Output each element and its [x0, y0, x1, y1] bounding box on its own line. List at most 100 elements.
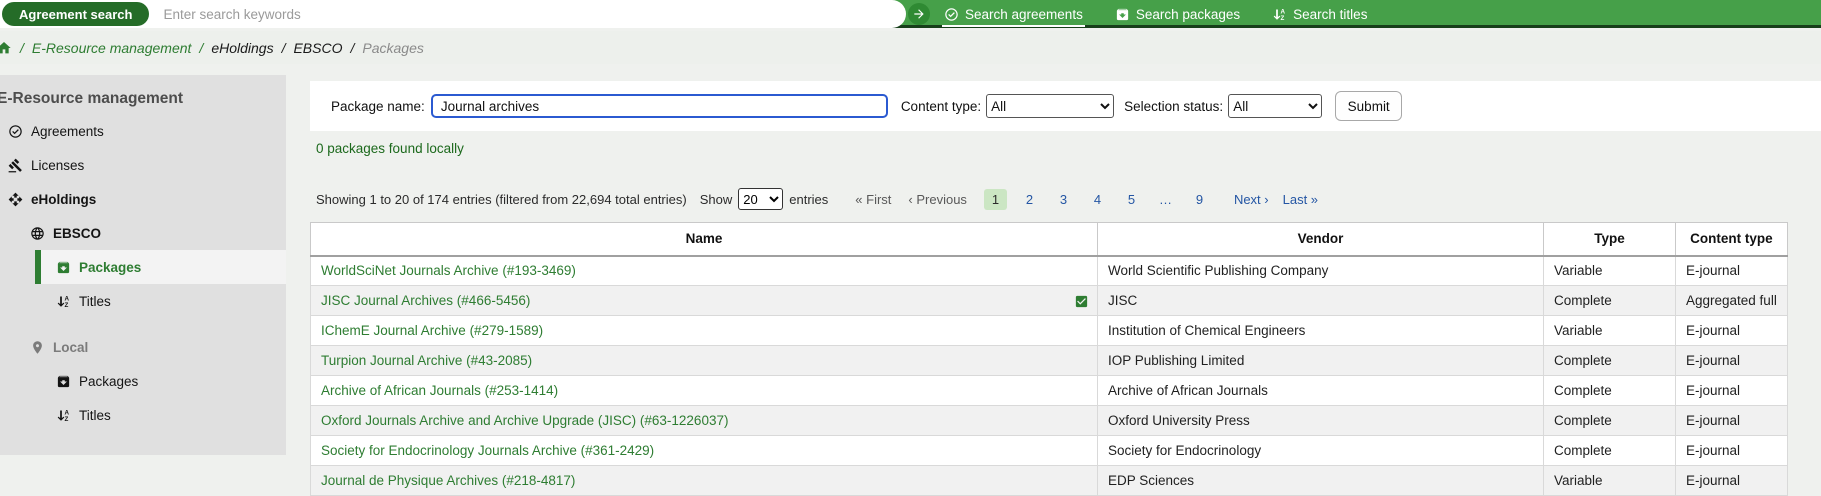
- vendor-cell: Society for Endocrinology: [1098, 436, 1544, 466]
- sidebar-item-icon: [30, 226, 45, 241]
- package-name-link[interactable]: WorldSciNet Journals Archive (#193-3469): [321, 263, 576, 278]
- sidebar-item[interactable]: Packages: [0, 364, 286, 398]
- pagination-page[interactable]: …: [1154, 189, 1177, 210]
- checkbox-checked-icon: [1074, 324, 1089, 339]
- breadcrumb-separator: /: [282, 40, 286, 56]
- name-cell: IChemE Journal Archive (#279-1589): [311, 316, 1098, 346]
- search-go-button[interactable]: [908, 3, 930, 25]
- package-name-link[interactable]: Archive of African Journals (#253-1414): [321, 383, 558, 398]
- sidebar-item[interactable]: EBSCO: [0, 216, 286, 250]
- package-name-link[interactable]: Society for Endocrinology Journals Archi…: [321, 443, 654, 458]
- pagination-first[interactable]: « First: [855, 192, 891, 207]
- sidebar-title: E-Resource management: [0, 90, 286, 108]
- sidebar-item[interactable]: Packages: [35, 250, 286, 284]
- package-row: Journal de Physique Archives (#218-4817)…: [311, 466, 1788, 496]
- home-icon[interactable]: [0, 40, 12, 56]
- type-cell: Variable: [1544, 316, 1676, 346]
- pagination-page[interactable]: 2: [1018, 189, 1041, 210]
- pagination-page[interactable]: 3: [1052, 189, 1075, 210]
- sidebar-item[interactable]: AZ Titles: [0, 398, 286, 432]
- sidebar-item[interactable]: Agreements: [0, 114, 286, 148]
- pagination-page[interactable]: 9: [1188, 189, 1211, 210]
- name-cell: Society for Endocrinology Journals Archi…: [311, 436, 1098, 466]
- search-mode-icon: [1115, 7, 1130, 22]
- content-type-cell: E-journal: [1676, 406, 1788, 436]
- vendor-cell: Oxford University Press: [1098, 406, 1544, 436]
- sidebar-item[interactable]: Licenses: [0, 148, 286, 182]
- search-mode-link[interactable]: Search agreements: [944, 0, 1083, 28]
- pagination-next[interactable]: Next ›: [1234, 192, 1269, 207]
- sidebar-item[interactable]: eHoldings: [0, 182, 286, 216]
- sidebar-item-icon: [8, 124, 23, 139]
- sidebar-item-label: Licenses: [31, 158, 84, 173]
- checkbox-checked-icon: [1074, 294, 1089, 309]
- checkbox-checked-icon: [1074, 414, 1089, 429]
- breadcrumb-item[interactable]: Packages: [362, 40, 423, 56]
- breadcrumb-items: / E-Resource management / eHoldings / EB…: [12, 40, 424, 56]
- type-cell: Complete: [1544, 406, 1676, 436]
- svg-text:A: A: [1281, 8, 1286, 15]
- page-size-select[interactable]: 20: [738, 188, 783, 210]
- sidebar-item[interactable]: Local: [0, 330, 286, 364]
- submit-button[interactable]: Submit: [1335, 91, 1402, 121]
- packages-table: Name Vendor Type Content type WorldSciNe…: [310, 222, 1788, 496]
- breadcrumb-item[interactable]: eHoldings: [211, 40, 273, 56]
- sidebar-item-label: Titles: [79, 294, 111, 309]
- name-cell: Turpion Journal Archive (#43-2085): [311, 346, 1098, 376]
- search-scope-button[interactable]: Agreement search: [2, 2, 149, 26]
- package-name-link[interactable]: Journal de Physique Archives (#218-4817): [321, 473, 575, 488]
- name-cell: WorldSciNet Journals Archive (#193-3469): [311, 256, 1098, 286]
- content-type-cell: E-journal: [1676, 376, 1788, 406]
- sidebar-item-label: EBSCO: [53, 226, 101, 241]
- content-type-cell: E-journal: [1676, 466, 1788, 496]
- package-row: JISC Journal Archives (#466-5456) JISC C…: [311, 286, 1788, 316]
- column-header[interactable]: Vendor: [1098, 223, 1544, 256]
- type-cell: Complete: [1544, 346, 1676, 376]
- sidebar-item-icon: [8, 158, 23, 173]
- breadcrumb-item[interactable]: EBSCO: [293, 40, 342, 56]
- vendor-cell: EDP Sciences: [1098, 466, 1544, 496]
- local-result-message: 0 packages found locally: [316, 141, 464, 156]
- checkbox-checked-icon: [1074, 444, 1089, 459]
- svg-text:Z: Z: [64, 302, 68, 309]
- column-header[interactable]: Name: [311, 223, 1098, 256]
- content-type-cell: E-journal: [1676, 346, 1788, 376]
- sidebar-item-icon: [56, 260, 71, 275]
- column-header[interactable]: Type: [1544, 223, 1676, 256]
- pagination-previous[interactable]: ‹ Previous: [908, 192, 967, 207]
- breadcrumb-item[interactable]: E-Resource management: [32, 40, 192, 56]
- pagination-page[interactable]: 5: [1120, 189, 1143, 210]
- package-row: Oxford Journals Archive and Archive Upgr…: [311, 406, 1788, 436]
- content-type-select[interactable]: All: [986, 94, 1114, 118]
- pagination-page[interactable]: 1: [984, 189, 1007, 210]
- sidebar-item-label: Local: [53, 340, 88, 355]
- pagination-page[interactable]: 4: [1086, 189, 1109, 210]
- column-header[interactable]: Content type: [1676, 223, 1788, 256]
- checkbox-checked-icon: [1074, 354, 1089, 369]
- selection-status-select[interactable]: All: [1228, 94, 1322, 118]
- search-mode-icon: AZ: [1272, 7, 1287, 22]
- sidebar-nav: Agreements Licenses eHoldings EBSCO Pack…: [0, 114, 286, 432]
- package-name-input[interactable]: [431, 94, 888, 118]
- pagination: « First ‹ Previous 1 2 3 4 5 … 9 Next › …: [855, 189, 1318, 210]
- type-cell: Complete: [1544, 376, 1676, 406]
- vendor-cell: IOP Publishing Limited: [1098, 346, 1544, 376]
- package-name-link[interactable]: Turpion Journal Archive (#43-2085): [321, 353, 532, 368]
- sidebar-item[interactable]: AZ Titles: [0, 284, 286, 318]
- package-row: Archive of African Journals (#253-1414) …: [311, 376, 1788, 406]
- svg-text:A: A: [64, 409, 69, 416]
- pagination-last[interactable]: Last »: [1283, 192, 1318, 207]
- search-mode-link[interactable]: AZ Search titles: [1272, 0, 1367, 28]
- checkbox-checked-icon: [1074, 474, 1089, 489]
- package-name-link[interactable]: Oxford Journals Archive and Archive Upgr…: [321, 413, 728, 428]
- package-name-link[interactable]: JISC Journal Archives (#466-5456): [321, 293, 530, 308]
- global-search-input[interactable]: [149, 0, 906, 28]
- svg-text:A: A: [64, 295, 69, 302]
- sidebar-item-icon: AZ: [56, 408, 71, 423]
- show-label: Show: [700, 192, 733, 207]
- search-mode-link[interactable]: Search packages: [1115, 0, 1240, 28]
- breadcrumb-separator: /: [350, 40, 354, 56]
- package-row: IChemE Journal Archive (#279-1589) Insti…: [311, 316, 1788, 346]
- arrow-right-icon: [912, 7, 926, 21]
- package-name-link[interactable]: IChemE Journal Archive (#279-1589): [321, 323, 543, 338]
